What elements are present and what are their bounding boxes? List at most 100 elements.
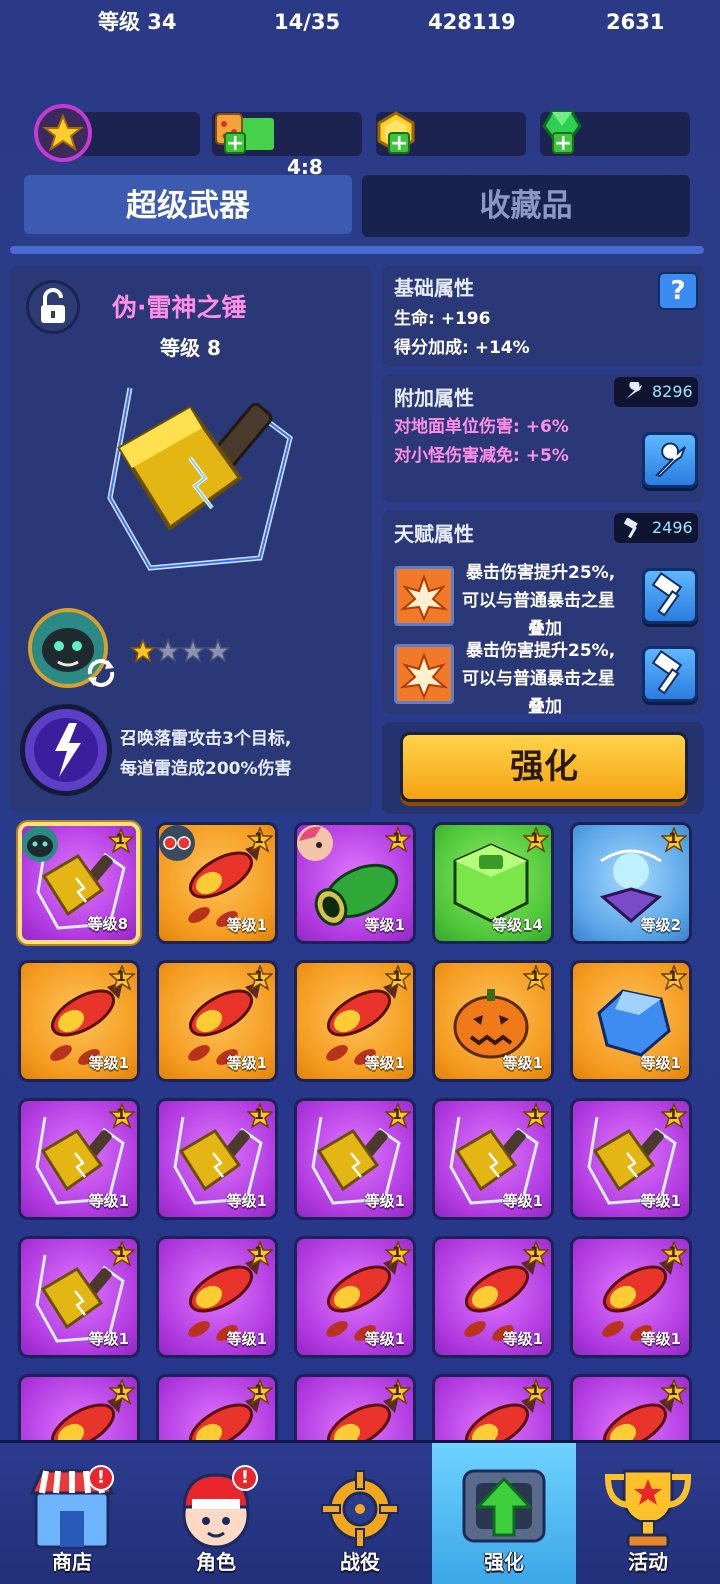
nav-shop[interactable]: ! 商店 <box>0 1443 144 1584</box>
gems-count: 2631 <box>606 10 665 34</box>
weapon-grid-item-level: 等级1 <box>226 1054 267 1072</box>
tab-collectibles-label: 收藏品 <box>479 188 573 224</box>
hammer-icon <box>651 649 683 695</box>
rarity-star-number: 1 <box>530 1245 540 1261</box>
weapon-grid-item[interactable]: 1 等级1 <box>294 1098 416 1220</box>
hammer-small-icon <box>622 517 644 539</box>
nav-enhance-label: 强化 <box>484 1550 524 1574</box>
rarity-star-number: 1 <box>668 1383 678 1399</box>
star-empty-icon <box>154 637 182 663</box>
swap-icon[interactable] <box>84 656 118 690</box>
weapon-grid-item[interactable]: 1 等级1 <box>156 1236 278 1358</box>
rarity-star-number: 1 <box>115 832 125 848</box>
weapon-grid-item[interactable]: 1 等级1 <box>570 1236 692 1358</box>
weapon-grid-item-level: 等级8 <box>87 915 128 933</box>
weapon-level: 等级 8 <box>160 336 221 360</box>
add-energy-button[interactable]: + <box>224 132 246 155</box>
weapon-grid-item[interactable]: 1 等级1 <box>432 1098 554 1220</box>
rarity-star-number: 1 <box>392 831 402 847</box>
nav-character[interactable]: ! 角色 <box>144 1443 288 1584</box>
extra-attributes-title: 附加属性 <box>394 386 474 410</box>
weapon-name: 伪·雷神之锤 <box>112 293 247 322</box>
star-empty-icon <box>179 637 207 663</box>
weapon-grid-item-level: 等级1 <box>502 1192 543 1210</box>
weapon-grid-item-level: 等级1 <box>226 1192 267 1210</box>
weapon-grid-item[interactable]: 1 等级1 <box>156 960 278 1082</box>
weapon-grid-item[interactable]: 1 等级2 <box>570 822 692 944</box>
talent-crit-icon <box>394 644 454 704</box>
weapon-grid-item-level: 等级1 <box>640 1192 681 1210</box>
weapon-grid-item-level: 等级1 <box>502 1330 543 1348</box>
weapon-grid-item-level: 等级1 <box>640 1330 681 1348</box>
base-attr-score: 得分加成: +14% <box>394 338 530 358</box>
extra-attr-minion-reduction: 对小怪伤害减免: +5% <box>394 446 569 466</box>
player-level-star-icon <box>34 104 92 162</box>
weapon-grid-item[interactable]: 1 等级1 <box>18 1236 140 1358</box>
weapon-grid-item-level: 等级1 <box>88 1192 129 1210</box>
weapon-grid-item-level: 等级2 <box>640 916 681 934</box>
tab-collectibles[interactable]: 收藏品 <box>362 175 690 237</box>
coins-count: 428119 <box>428 10 516 34</box>
talent1-upgrade-button[interactable] <box>642 568 698 624</box>
weapon-grid-item-level: 等级1 <box>364 1054 405 1072</box>
rarity-star-number: 1 <box>254 1245 264 1261</box>
panther-avatar-icon <box>22 826 58 862</box>
weapon-grid-item-level: 等级1 <box>88 1054 129 1072</box>
rarity-star-number: 1 <box>530 831 540 847</box>
nav-character-label: 角色 <box>196 1550 236 1574</box>
campaign-icon <box>316 1463 404 1551</box>
nav-events[interactable]: 活动 <box>576 1443 720 1584</box>
rarity-star-number: 1 <box>254 1107 264 1123</box>
add-gems-button[interactable]: + <box>552 132 574 155</box>
weapon-grid-item[interactable]: 1 等级1 <box>570 1098 692 1220</box>
weapon-grid-item[interactable]: 1 等级1 <box>294 1236 416 1358</box>
weapon-grid-item[interactable]: 1 等级1 <box>432 1236 554 1358</box>
lock-icon[interactable] <box>26 280 80 334</box>
weapon-grid-item[interactable]: 1 等级8 <box>18 822 140 944</box>
tab-divider <box>10 246 704 254</box>
weapon-grid-item[interactable]: 1 等级1 <box>294 960 416 1082</box>
rarity-star-number: 1 <box>392 1245 402 1261</box>
add-coins-button[interactable]: + <box>388 132 410 155</box>
enhance-button-label: 强化 <box>510 747 578 787</box>
rarity-star-number: 1 <box>254 831 264 847</box>
wrench-icon <box>655 442 686 478</box>
rarity-star-number: 1 <box>254 1383 264 1399</box>
nav-campaign-label: 战役 <box>340 1550 380 1574</box>
nav-campaign[interactable]: 战役 <box>288 1443 432 1584</box>
energy-count: 14/35 <box>274 10 341 34</box>
rarity-star-number: 1 <box>392 1107 402 1123</box>
nav-enhance[interactable]: 强化 <box>432 1443 576 1584</box>
weapon-grid-item-level: 等级14 <box>492 916 543 934</box>
weapon-grid-item[interactable]: 1 等级1 <box>432 960 554 1082</box>
weapon-grid-item[interactable]: 1 等级1 <box>156 1098 278 1220</box>
rarity-star-number: 1 <box>668 1107 678 1123</box>
rarity-star-number: 1 <box>530 1383 540 1399</box>
weapon-grid-item[interactable]: 1 等级14 <box>432 822 554 944</box>
weapon-grid-item[interactable]: 1 等级1 <box>156 822 278 944</box>
nav-shop-label: 商店 <box>52 1550 92 1574</box>
weapon-grid-item-level: 等级1 <box>364 916 405 934</box>
rarity-star-number: 1 <box>530 1107 540 1123</box>
weapon-grid-item[interactable]: 1 等级1 <box>18 960 140 1082</box>
enhance-button[interactable]: 强化 <box>400 732 688 802</box>
extra-attr-ground-damage: 对地面单位伤害: +6% <box>394 417 569 437</box>
weapon-grid-item[interactable]: 1 等级1 <box>570 960 692 1082</box>
robot-avatar-icon <box>159 825 195 861</box>
talent-cost: 2496 <box>652 518 693 537</box>
weapon-grid-item-level: 等级1 <box>88 1330 129 1348</box>
character-alert-badge: ! <box>232 1465 258 1491</box>
rarity-star-number: 1 <box>116 1245 126 1261</box>
reroll-extra-attrs-button[interactable] <box>642 432 698 488</box>
rarity-star-number: 1 <box>116 1107 126 1123</box>
base-attr-hp: 生命: +196 <box>394 309 491 329</box>
hammer-icon <box>651 571 683 617</box>
weapon-grid-item-level: 等级1 <box>226 916 267 934</box>
weapon-grid-item[interactable]: 1 等级1 <box>18 1098 140 1220</box>
rarity-star-number: 1 <box>530 969 540 985</box>
weapon-grid-item[interactable]: 1 等级1 <box>294 822 416 944</box>
talent2-upgrade-button[interactable] <box>642 646 698 702</box>
tab-super-weapon[interactable]: 超级武器 <box>24 175 352 237</box>
trophy-icon <box>600 1463 696 1553</box>
help-button[interactable]: ? <box>658 272 698 310</box>
